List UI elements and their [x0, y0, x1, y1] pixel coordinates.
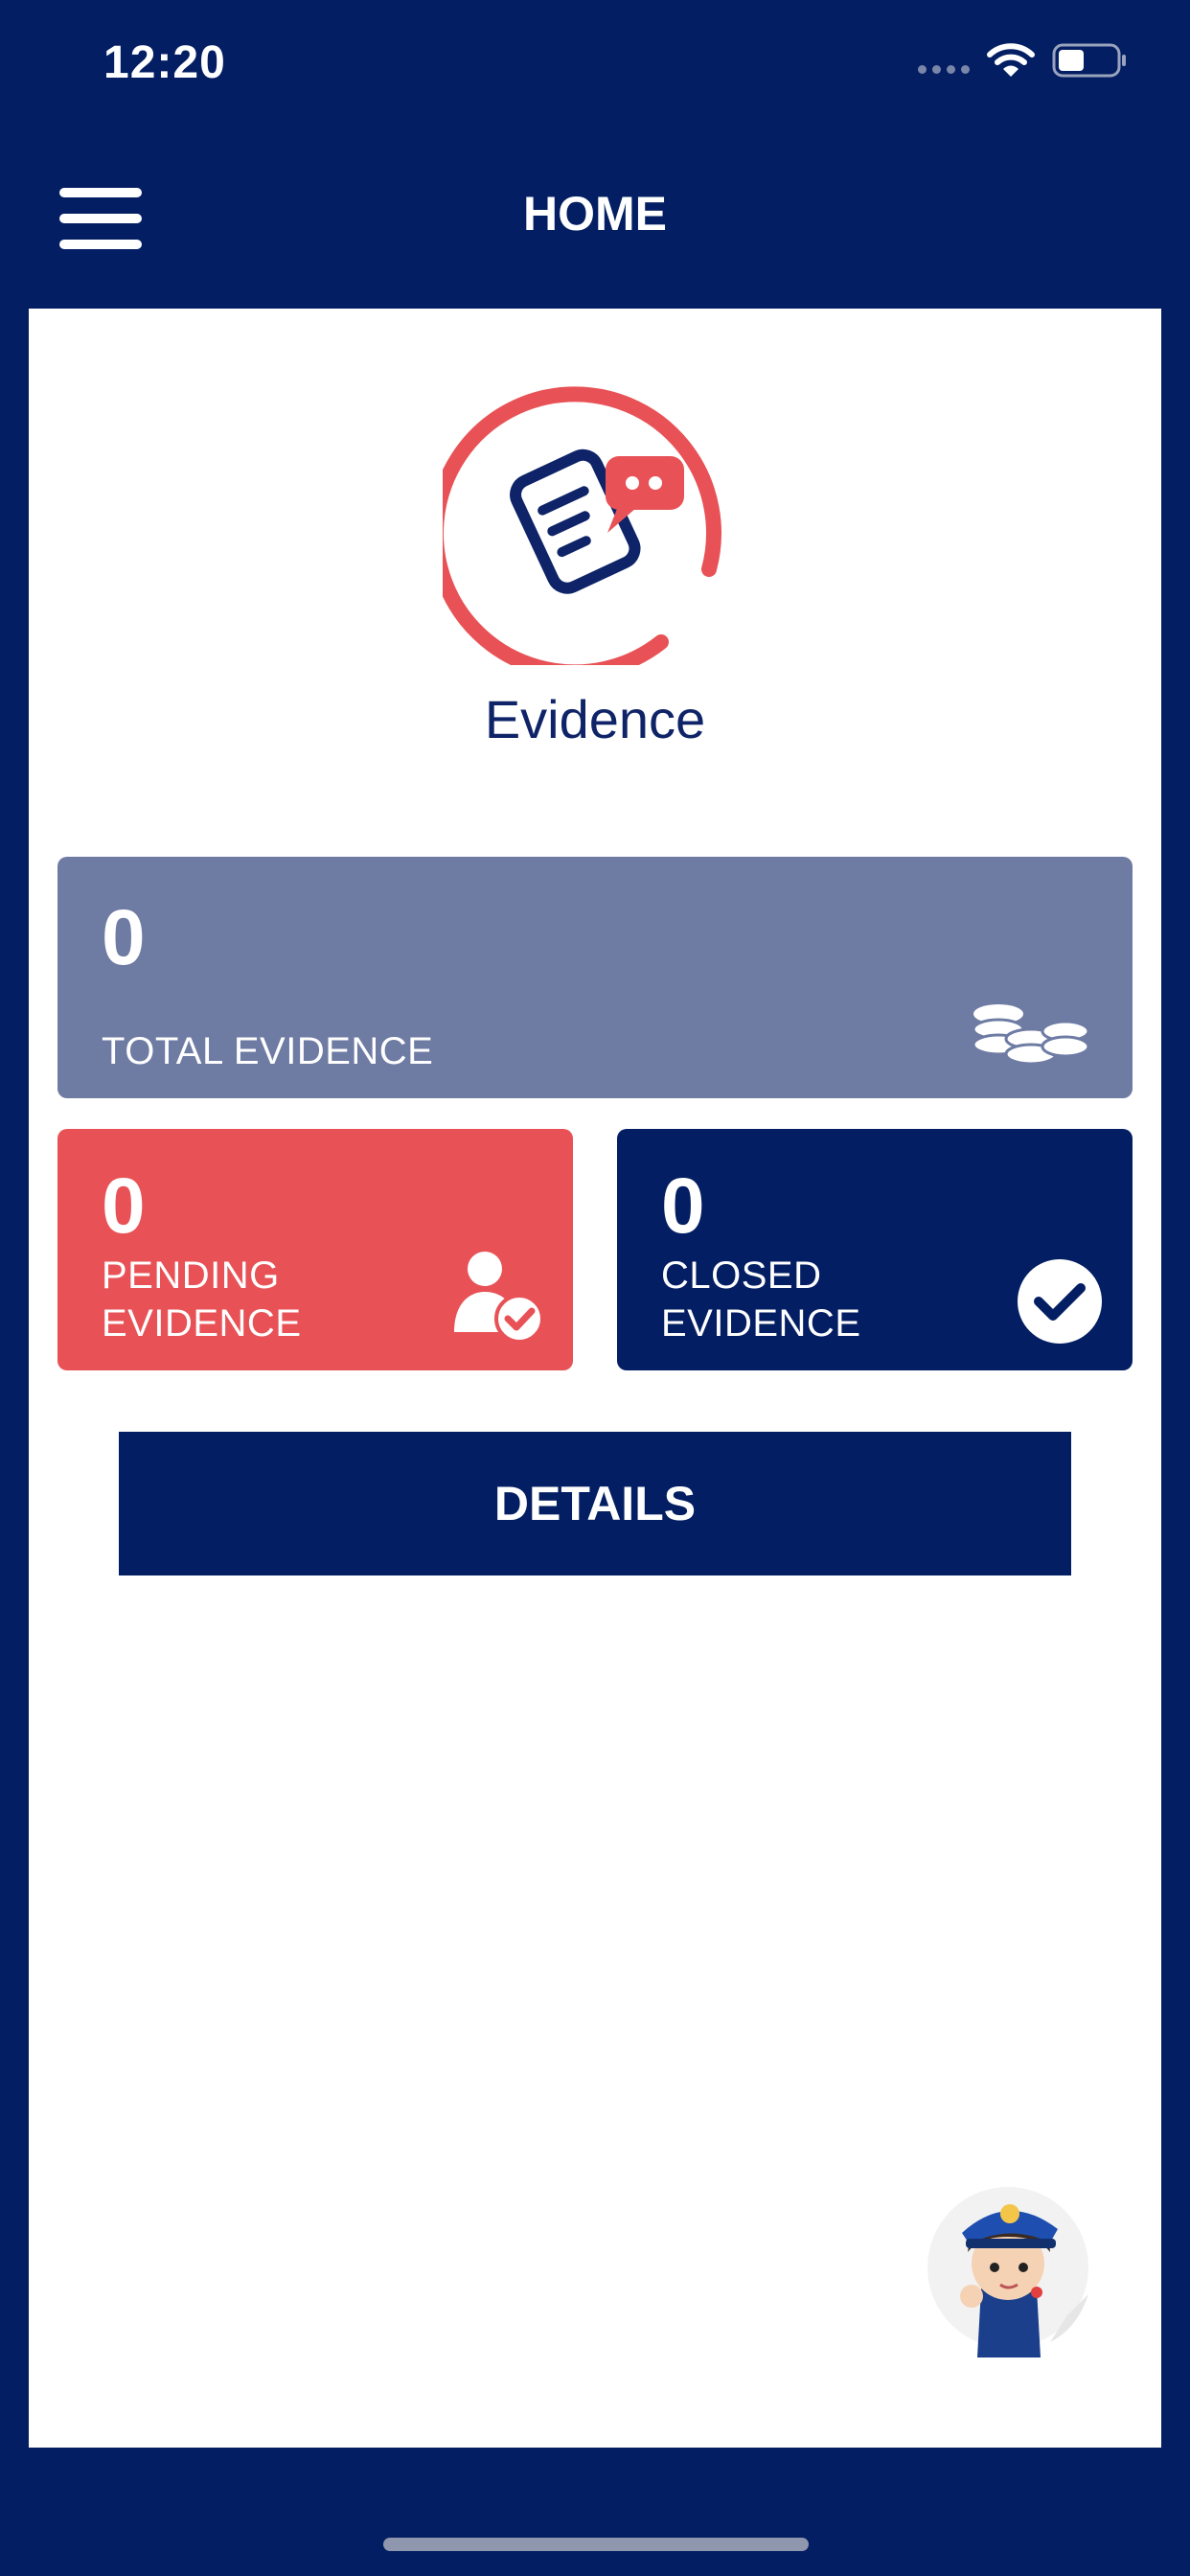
module-title: Evidence [484, 689, 706, 749]
signal-icon [918, 64, 970, 74]
pending-evidence-label: PENDING EVIDENCE [102, 1252, 427, 1347]
total-evidence-card[interactable]: 0 TOTAL EVIDENCE [57, 857, 1133, 1098]
closed-evidence-card[interactable]: 0 CLOSED EVIDENCE [617, 1129, 1133, 1370]
user-check-icon [454, 1252, 544, 1344]
pending-evidence-count: 0 [102, 1162, 146, 1250]
main-card: Evidence 0 TOTAL EVIDENCE 0 PENDING EVID… [29, 309, 1161, 2448]
app-bar: HOME [0, 134, 1190, 309]
details-button[interactable]: DETAILS [119, 1432, 1071, 1576]
closed-label-line1: CLOSED [661, 1254, 822, 1297]
page-title: HOME [523, 187, 667, 241]
check-circle-icon [1018, 1259, 1102, 1344]
pending-evidence-card[interactable]: 0 PENDING EVIDENCE [57, 1129, 573, 1370]
pending-label-line1: PENDING [102, 1254, 280, 1297]
status-bar: 12:20 [0, 0, 1190, 134]
total-evidence-count: 0 [102, 894, 146, 981]
closed-evidence-count: 0 [661, 1162, 705, 1250]
police-mascot-icon[interactable] [924, 2175, 1125, 2358]
closed-label-line2: EVIDENCE [661, 1302, 861, 1345]
total-evidence-label: TOTAL EVIDENCE [102, 1030, 434, 1072]
wifi-icon [987, 43, 1035, 77]
home-indicator [383, 2538, 809, 2551]
closed-evidence-label: CLOSED EVIDENCE [661, 1252, 987, 1347]
coins-icon [972, 1004, 1090, 1066]
status-time: 12:20 [103, 37, 226, 88]
battery-icon [1052, 43, 1126, 78]
status-icons [918, 42, 1129, 79]
pending-label-line2: EVIDENCE [102, 1302, 302, 1345]
evidence-icon [443, 386, 721, 665]
